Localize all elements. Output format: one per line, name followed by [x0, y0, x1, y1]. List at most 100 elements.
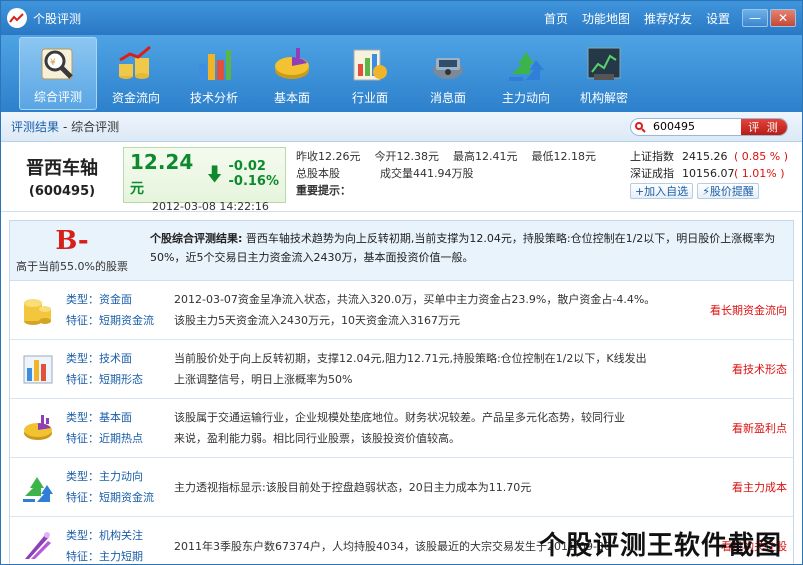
link-long-term-fund-flow[interactable]: 看长期资金流向 [697, 302, 793, 318]
tool-fundamentals[interactable]: 基本面 [253, 37, 331, 110]
item-desc-line: 该股主力5天资金流入2430万元，10天资金流入3167万元 [174, 314, 460, 327]
evaluation-list: B- 高于当前55.0%的股票 个股综合评测结果: 晋西车轴技术趋势为向上反转初… [9, 220, 794, 564]
tool-label: 基本面 [273, 91, 310, 105]
stock-name: 晋西车轴 [26, 158, 98, 179]
price-change: -0.02 [228, 159, 266, 174]
stock-code: (600495) [28, 184, 96, 199]
link-technical-pattern[interactable]: 看技术形态 [697, 361, 793, 377]
coins-icon [10, 293, 66, 327]
tool-label: 主力动向 [501, 91, 550, 105]
item-desc-line: 来说，盈利能力弱。相比同行业股票，该股投资价值较高。 [174, 432, 460, 445]
title-links: 首页 功能地图 推荐好友 设置 [544, 10, 730, 27]
title-bar: 个股评测 首页 功能地图 推荐好友 设置 — ✕ [1, 1, 802, 35]
coins-chart-icon [115, 43, 157, 85]
tool-institution[interactable]: 机构解密 [565, 37, 643, 110]
stock-quote-panel: 晋西车轴 (600495) 12.24元 -0.02 -0.16% 2012-0… [1, 142, 802, 213]
minimize-button[interactable]: — [742, 9, 768, 27]
item-desc-line: 当前股价处于向上反转初期，支撑12.04元,阻力12.71元,持股策略:仓位控制… [174, 352, 647, 365]
window-title: 个股评测 [33, 11, 82, 26]
index-row-shenzhen: 深证成指 10156.07 ( 1.01% ) [629, 167, 785, 180]
stock-identity: 晋西车轴 (600495) [1, 142, 123, 211]
volume: 成交量441.94万股 [380, 167, 474, 180]
recommend-friend-link[interactable]: 推荐好友 [644, 10, 692, 27]
market-indices: 上证指数 2415.26 ( 0.85 % ) 深证成指 10156.07 ( … [629, 142, 802, 211]
bar-chart-icon [193, 43, 235, 85]
prev-close: 昨收12.26元 [296, 150, 361, 163]
low-price: 最低12.18元 [531, 150, 597, 163]
tool-label: 机构解密 [579, 91, 628, 105]
item-feature: 特征：短期资金流 [66, 314, 154, 327]
function-map-link[interactable]: 功能地图 [582, 10, 630, 27]
stock-code-input[interactable] [649, 120, 741, 133]
price-alert-button[interactable]: ⚡股价提醒 [697, 183, 759, 199]
tool-fund-flow[interactable]: 资金流向 [97, 37, 175, 110]
item-type: 类型：技术面 [66, 352, 132, 365]
grade-badge: B- [55, 225, 89, 256]
list-item: 类型：基本面 特征：近期热点 该股属于交通运输行业，企业规模处垫底地位。财务状况… [10, 399, 793, 458]
item-desc-line: 该股属于交通运输行业，企业规模处垫底地位。财务状况较差。产品呈多元化态势，较同行… [174, 411, 625, 424]
app-window: 个股评测 首页 功能地图 推荐好友 设置 — ✕ ¥ 综合评测 资金流向 技术分… [0, 0, 803, 565]
link-main-force-cost[interactable]: 看主力成本 [697, 479, 793, 495]
watermark-caption: 个股评测王软件截图 [538, 531, 782, 561]
index-row-shanghai: 上证指数 2415.26 ( 0.85 % ) [629, 150, 788, 163]
breadcrumb-bar: 评测结果 - 综合评测 评 测 [1, 112, 802, 142]
open-price: 今开12.38元 [374, 150, 440, 163]
institution-chart-icon [583, 43, 625, 85]
arrows-icon [10, 470, 66, 504]
add-watchlist-button[interactable]: +加入自选 [629, 183, 694, 199]
grade-note: 高于当前55.0%的股票 [16, 259, 128, 273]
list-item: 类型：资金面 特征：短期资金流 2012-03-07资金呈净流入状态，共流入32… [10, 281, 793, 340]
search-icon[interactable] [631, 119, 649, 135]
item-desc-line: 2012-03-07资金呈净流入状态，共流入320.0万，买单中主力资金占23.… [174, 293, 656, 306]
pie-icon [10, 411, 66, 445]
tool-main-force[interactable]: 主力动向 [487, 37, 565, 110]
breadcrumb-eval-results[interactable]: 评测结果 [11, 118, 59, 135]
close-button[interactable]: ✕ [770, 9, 796, 27]
item-feature: 特征：近期热点 [66, 432, 143, 445]
tool-label: 综合评测 [33, 90, 82, 104]
quote-stats: 昨收12.26元 今开12.38元 最高12.41元 最低12.18元 总股本股… [296, 142, 616, 211]
summary-text: 个股综合评测结果: 晋西车轴技术趋势为向上反转初期,当前支撑为12.04元，持股… [150, 232, 776, 264]
tool-label: 消息面 [429, 91, 466, 105]
item-feature: 特征：主力短期 [66, 550, 143, 563]
bars-icon [10, 352, 66, 386]
item-feature: 特征：短期形态 [66, 373, 143, 386]
link-new-profit-point[interactable]: 看新盈利点 [697, 420, 793, 436]
item-type: 类型：机构关注 [66, 529, 143, 542]
total-shares: 总股本股 [296, 167, 340, 180]
high-price: 最高12.41元 [453, 150, 518, 163]
tool-label: 资金流向 [111, 91, 160, 105]
svg-text:¥: ¥ [50, 58, 56, 68]
price-change-pct: -0.16% [228, 174, 280, 189]
magnifier-icon: ¥ [37, 42, 79, 84]
tool-label: 技术分析 [189, 91, 238, 105]
summary-row: B- 高于当前55.0%的股票 个股综合评测结果: 晋西车轴技术趋势为向上反转初… [10, 221, 793, 281]
important-tip: 重要提示： [296, 184, 351, 197]
institution-icon [10, 529, 66, 563]
evaluate-button[interactable]: 评 测 [741, 118, 787, 135]
news-icon [427, 43, 469, 85]
breadcrumb-current: - 综合评测 [63, 120, 120, 134]
item-feature: 特征：短期资金流 [66, 491, 154, 504]
tool-news[interactable]: 消息面 [409, 37, 487, 110]
item-type: 类型：资金面 [66, 293, 132, 306]
tool-technical-analysis[interactable]: 技术分析 [175, 37, 253, 110]
grade-box: B- 高于当前55.0%的股票 [10, 221, 134, 280]
settings-link[interactable]: 设置 [706, 10, 730, 27]
pie-chart-icon [271, 43, 313, 85]
item-type: 类型：基本面 [66, 411, 132, 424]
arrows-icon [505, 43, 547, 85]
industry-chart-icon [349, 43, 391, 85]
quote-time: 2012-03-08 14:22:16 [152, 200, 269, 213]
stock-search: 评 测 [630, 117, 788, 136]
tool-industry[interactable]: 行业面 [331, 37, 409, 110]
item-desc-line: 主力透视指标显示:该股目前处于控盘趋弱状态，20日主力成本为11.70元 [174, 480, 532, 494]
down-arrow-icon [208, 165, 222, 183]
home-link[interactable]: 首页 [544, 10, 568, 27]
tool-comprehensive-eval[interactable]: ¥ 综合评测 [19, 37, 97, 110]
app-logo-icon [7, 8, 27, 28]
price-box: 12.24元 -0.02 -0.16% 2012-03-08 14:22:16 [123, 147, 286, 213]
tool-label: 行业面 [351, 91, 388, 105]
item-desc-line: 上涨调整信号，明日上涨概率为50% [174, 373, 353, 386]
main-toolbar: ¥ 综合评测 资金流向 技术分析 基本面 行业面 消息面 主力动向 机构解密 [1, 35, 802, 112]
